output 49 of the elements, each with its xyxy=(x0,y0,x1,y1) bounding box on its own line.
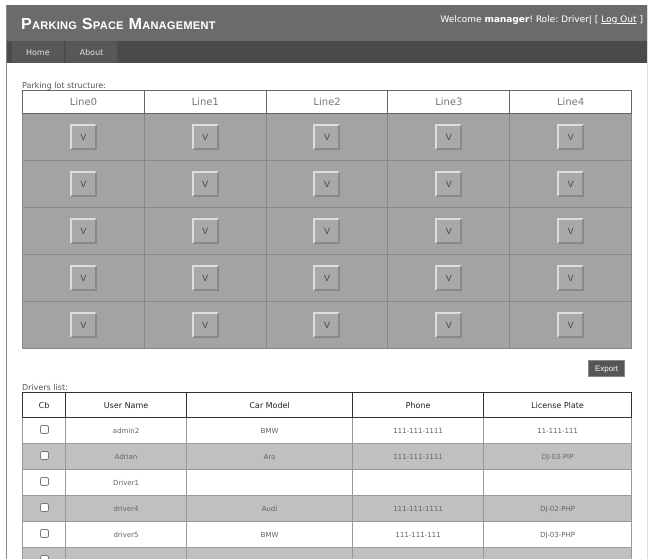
column-header: Line1 xyxy=(144,90,266,114)
slot-button[interactable]: V xyxy=(192,312,219,338)
slot-button[interactable]: V xyxy=(557,171,584,197)
row-checkbox[interactable] xyxy=(40,451,48,460)
slot-button[interactable]: V xyxy=(70,124,97,150)
slot-button[interactable]: V xyxy=(557,124,584,150)
slot-button[interactable]: V xyxy=(192,218,219,244)
slot-button[interactable]: V xyxy=(192,171,219,197)
slot-button[interactable]: V xyxy=(557,312,584,338)
slot-button[interactable]: V xyxy=(313,265,340,291)
section-caption: Drivers list: xyxy=(22,383,69,392)
column-header: User Name xyxy=(66,392,186,418)
slot-button[interactable]: V xyxy=(70,218,97,244)
column-header: Car Model xyxy=(186,392,352,418)
slot-button[interactable]: V xyxy=(192,265,219,291)
slot-button[interactable]: V xyxy=(557,218,584,244)
column-header: Cb xyxy=(22,392,66,418)
slot-button[interactable]: V xyxy=(70,265,97,291)
row-checkbox[interactable] xyxy=(40,529,48,538)
welcome-text: Welcome manager! Role: Driver| [ xyxy=(440,15,598,25)
export-button[interactable]: Export xyxy=(588,360,625,377)
column-header: Phone xyxy=(352,392,484,418)
slot-button[interactable]: V xyxy=(435,265,462,291)
column-header: License Plate xyxy=(484,392,632,418)
logout-link[interactable]: Log Out xyxy=(601,15,636,25)
slot-button[interactable]: V xyxy=(70,312,97,338)
section-caption: Parking lot structure: xyxy=(22,81,107,90)
slot-button[interactable]: V xyxy=(435,312,462,338)
slot-button[interactable]: V xyxy=(313,124,340,150)
app-title: Parking Space Management xyxy=(21,16,216,34)
row-checkbox[interactable] xyxy=(40,503,48,512)
slot-button[interactable]: V xyxy=(557,265,584,291)
row-checkbox[interactable] xyxy=(40,477,48,486)
row-checkbox[interactable] xyxy=(40,425,48,434)
column-header: Line3 xyxy=(388,90,510,114)
slot-button[interactable]: V xyxy=(435,171,462,197)
slot-button[interactable]: V xyxy=(192,124,219,150)
nav-item[interactable]: About xyxy=(66,41,118,63)
slot-button[interactable]: V xyxy=(313,171,340,197)
column-header: Line0 xyxy=(22,90,144,114)
column-header: Line4 xyxy=(510,90,632,114)
slot-button[interactable]: V xyxy=(435,218,462,244)
column-header: Line2 xyxy=(266,90,388,114)
bracket-text: ] xyxy=(639,15,643,25)
slot-button[interactable]: V xyxy=(313,218,340,244)
nav-item[interactable]: Home xyxy=(12,41,64,63)
slot-button[interactable]: V xyxy=(70,171,97,197)
slot-button[interactable]: V xyxy=(313,312,340,338)
slot-button[interactable]: V xyxy=(435,124,462,150)
